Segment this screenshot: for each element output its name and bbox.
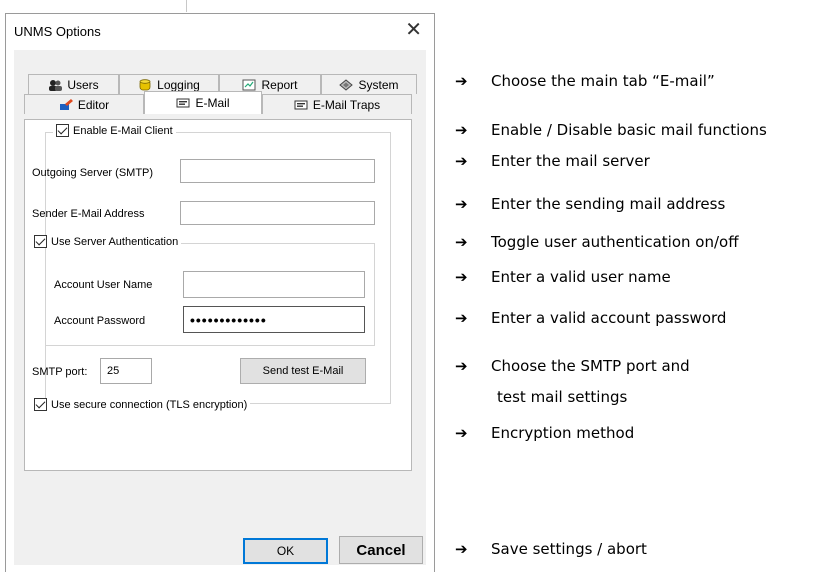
arrow-icon: ➔: [455, 72, 468, 90]
email-settings-panel: Enable E-Mail Client Outgoing Server (SM…: [24, 119, 412, 471]
annotation-enable: ➔ Enable / Disable basic mail functions: [455, 121, 767, 139]
dialog-client-area: Users Logging Report System Editor E-Mai…: [14, 50, 426, 565]
smtp-port-label: SMTP port:: [32, 366, 88, 378]
tab-editor-label: Editor: [77, 97, 110, 112]
annotation-smtp-text: Choose the SMTP port and: [491, 357, 690, 375]
annotation-user-text: Enter a valid user name: [491, 268, 671, 286]
arrow-icon: ➔: [455, 309, 468, 327]
use-secure-connection-checkbox[interactable]: [34, 398, 47, 411]
annotation-server-text: Enter the mail server: [491, 152, 650, 170]
annotation-smtp: ➔ Choose the SMTP port and: [455, 357, 690, 375]
send-test-email-button[interactable]: Send test E-Mail: [240, 358, 366, 384]
smtp-port-input[interactable]: 25: [100, 358, 152, 384]
arrow-icon: ➔: [455, 195, 468, 213]
tab-email-label: E-Mail: [195, 96, 230, 110]
server-auth-legend: Use Server Authentication: [31, 235, 182, 248]
annotation-auth: ➔ Toggle user authentication on/off: [455, 233, 739, 251]
use-server-authentication-label: Use Server Authentication: [51, 235, 179, 248]
outgoing-server-input[interactable]: [180, 159, 375, 183]
enable-client-legend: Enable E-Mail Client: [53, 124, 176, 137]
title-bar: UNMS Options ✕: [6, 14, 434, 50]
options-dialog: UNMS Options ✕ Users Logging Report Syst…: [5, 13, 435, 572]
background-line: [186, 0, 187, 12]
email-traps-icon: [294, 100, 308, 109]
account-user-name-label: Account User Name: [54, 279, 153, 291]
tab-email-traps[interactable]: E-Mail Traps: [262, 94, 412, 114]
tab-editor[interactable]: Editor: [24, 94, 144, 114]
system-icon: [339, 78, 354, 91]
secure-connection-row: Use secure connection (TLS encryption): [31, 398, 251, 411]
enable-email-client-label: Enable E-Mail Client: [73, 124, 173, 137]
account-user-name-input[interactable]: [183, 271, 365, 298]
tab-users-label: Users: [67, 77, 99, 92]
tab-report-label: Report: [261, 77, 298, 92]
use-secure-connection-label: Use secure connection (TLS encryption): [51, 398, 248, 411]
editor-icon: [59, 98, 73, 110]
annotation-encryption-text: Encryption method: [491, 424, 635, 442]
account-password-value: •••••••••••••: [190, 311, 267, 328]
arrow-icon: ➔: [455, 357, 468, 375]
report-icon: [242, 79, 256, 90]
window-title: UNMS Options: [14, 24, 101, 39]
annotation-sender: ➔ Enter the sending mail address: [455, 195, 725, 213]
database-icon: [139, 78, 151, 90]
annotation-save-text: Save settings / abort: [491, 540, 647, 558]
annotation-password-text: Enter a valid account password: [491, 309, 727, 327]
arrow-icon: ➔: [455, 233, 468, 251]
tab-system[interactable]: System: [321, 74, 417, 94]
enable-email-client-checkbox[interactable]: [56, 124, 69, 137]
account-password-label: Account Password: [54, 315, 146, 327]
ok-button[interactable]: OK: [243, 538, 328, 564]
annotation-smtp-line2: test mail settings: [497, 388, 628, 406]
outgoing-server-label: Outgoing Server (SMTP): [32, 167, 154, 179]
cancel-button[interactable]: Cancel: [339, 536, 423, 564]
tab-email[interactable]: E-Mail: [144, 91, 262, 114]
sender-address-input[interactable]: [180, 201, 375, 225]
tab-email-traps-label: E-Mail Traps: [312, 97, 381, 112]
arrow-icon: ➔: [455, 152, 468, 170]
email-icon: [176, 98, 190, 108]
annotation-auth-text: Toggle user authentication on/off: [491, 233, 739, 251]
annotation-email-tab: ➔ Choose the main tab “E-mail”: [455, 72, 715, 90]
annotation-user: ➔ Enter a valid user name: [455, 268, 671, 286]
tab-system-label: System: [358, 77, 399, 92]
arrow-icon: ➔: [455, 424, 468, 442]
arrow-icon: ➔: [455, 121, 468, 139]
annotation-password: ➔ Enter a valid account password: [455, 309, 726, 327]
sender-address-label: Sender E-Mail Address: [32, 208, 145, 220]
annotation-sender-text: Enter the sending mail address: [491, 195, 726, 213]
close-icon[interactable]: ✕: [405, 20, 422, 40]
tab-users[interactable]: Users: [28, 74, 119, 94]
users-icon: [49, 79, 63, 91]
arrow-icon: ➔: [455, 540, 468, 558]
tab-logging-label: Logging: [157, 77, 200, 92]
arrow-icon: ➔: [455, 268, 468, 286]
annotation-server: ➔ Enter the mail server: [455, 152, 650, 170]
account-password-input[interactable]: •••••••••••••: [183, 306, 365, 333]
annotation-enable-text: Enable / Disable basic mail functions: [491, 121, 767, 139]
use-server-authentication-checkbox[interactable]: [34, 235, 47, 248]
smtp-port-value: 25: [107, 365, 120, 377]
annotation-encryption: ➔ Encryption method: [455, 424, 634, 442]
annotation-save: ➔ Save settings / abort: [455, 540, 647, 558]
annotation-email-tab-text: Choose the main tab “E-mail”: [491, 72, 715, 90]
